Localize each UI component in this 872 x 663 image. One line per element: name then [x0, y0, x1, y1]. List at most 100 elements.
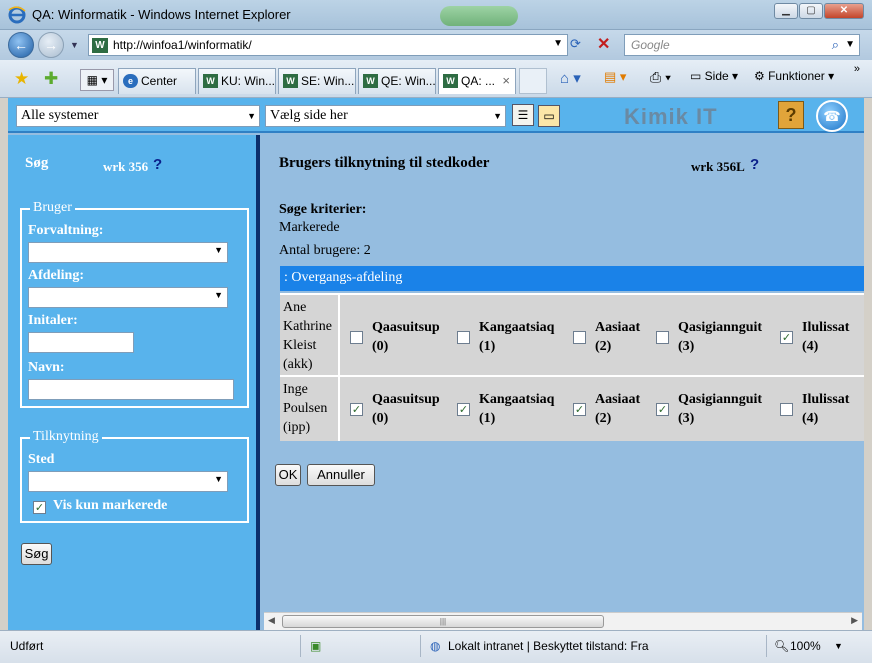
help-button[interactable]: ?	[778, 101, 804, 129]
history-dropdown-icon[interactable]: ▼	[70, 40, 79, 50]
horizontal-scrollbar[interactable]: ◀ ||| ▶	[264, 612, 862, 630]
help-question-icon[interactable]: ?	[750, 156, 759, 173]
zone-text[interactable]: Lokalt intranet | Beskyttet tilstand: Fr…	[448, 639, 649, 653]
zoom-level[interactable]: 100%	[790, 639, 821, 653]
tab-qa[interactable]: W QA: ... ×	[438, 68, 516, 94]
vis-kun-checkbox[interactable]: ✓	[33, 501, 46, 514]
table-row: Inge Poulsen (ipp) ✓ Qaasuitsup (0) ✓ Kan…	[280, 375, 864, 441]
user-name-line: Inge	[283, 382, 308, 397]
place-checkbox[interactable]	[573, 331, 586, 344]
search-input[interactable]: Google	[631, 38, 670, 52]
security-icon[interactable]: ▣	[310, 639, 321, 653]
navn-input[interactable]	[28, 379, 234, 400]
place-code: (0)	[372, 411, 389, 426]
window-button[interactable]: ▭	[538, 105, 560, 127]
ok-button[interactable]: OK	[275, 464, 301, 486]
afdeling-select[interactable]: ▼	[28, 287, 228, 308]
forward-button[interactable]: →	[38, 32, 64, 58]
tab-label: QE: Win...	[381, 74, 436, 88]
tab-se[interactable]: W SE: Win...	[278, 68, 356, 94]
list-view-button[interactable]: ☰	[512, 104, 534, 126]
place-checkbox[interactable]: ✓	[350, 403, 363, 416]
initialer-input[interactable]	[28, 332, 134, 353]
stop-icon[interactable]: ✕	[597, 34, 610, 54]
address-bar[interactable]: W http://winfoa1/winformatik/ ▼	[88, 34, 568, 56]
app-top-bar: Alle systemer ▼ Vælg side her ▼ ☰ ▭ Kimi…	[8, 98, 864, 133]
quick-tabs-button[interactable]: ▦ ▾	[80, 69, 114, 91]
tab-ku[interactable]: W KU: Win...	[198, 68, 276, 94]
place-checkbox[interactable]	[656, 331, 669, 344]
search-button[interactable]: Søg	[21, 543, 52, 565]
phone-icon[interactable]: ☎	[816, 100, 848, 132]
place-name: Kangaatsiaq	[479, 392, 555, 407]
chevron-down-icon: ▼	[214, 290, 223, 300]
place-name: Ilulissat	[802, 320, 850, 335]
place-checkbox[interactable]	[457, 331, 470, 344]
winformatik-icon: W	[363, 74, 378, 88]
place-name: Kangaatsiaq	[479, 320, 555, 335]
place-checkbox[interactable]: ✓	[573, 403, 586, 416]
place-option: Ilulissat (4)	[802, 318, 849, 356]
place-checkbox[interactable]	[780, 403, 793, 416]
tab-qe[interactable]: W QE: Win...	[358, 68, 436, 94]
tools-menu[interactable]: ⚙ Funktioner ▾	[754, 69, 834, 83]
system-select[interactable]: Alle systemer ▼	[16, 105, 260, 127]
afdeling-label: Afdeling:	[28, 268, 84, 283]
refresh-icon[interactable]: ⟳	[570, 36, 581, 52]
search-box[interactable]: Google ⌕ ▼	[624, 34, 860, 56]
tab-label: QA: ...	[461, 74, 496, 88]
chevron-down-icon: ▼	[247, 111, 256, 121]
place-name: Ilulissat	[802, 392, 850, 407]
close-tab-icon[interactable]: ×	[502, 69, 510, 93]
address-dropdown-icon[interactable]: ▼	[553, 38, 563, 49]
place-code: (2)	[595, 411, 612, 426]
page-menu[interactable]: ▭ Side ▾	[690, 69, 738, 83]
place-name: Qasigiannguit	[678, 392, 763, 407]
criteria-value: Markerede	[279, 220, 340, 235]
home-icon[interactable]: ⌂ ▾	[560, 69, 581, 87]
place-code: (1)	[479, 411, 496, 426]
user-name-cell: Ane Kathrine Kleist (akk)	[280, 295, 340, 375]
place-option: Qasigiannguit (3)	[678, 390, 762, 428]
maximize-button[interactable]: ▢	[799, 3, 823, 19]
scroll-left-icon[interactable]: ◀	[268, 615, 275, 626]
new-tab-button[interactable]	[519, 68, 547, 94]
place-checkbox[interactable]: ✓	[656, 403, 669, 416]
forvaltning-select[interactable]: ▼	[28, 242, 228, 263]
minimize-button[interactable]: ▁	[774, 3, 798, 19]
chevron-more-icon[interactable]: »	[854, 63, 860, 75]
page-select-value: Vælg side her	[270, 108, 348, 123]
page-select[interactable]: Vælg side her ▼	[265, 105, 506, 127]
search-icon[interactable]: ⌕	[832, 37, 839, 53]
tools-menu-label: Funktioner	[768, 69, 825, 83]
place-option: Ilulissat (4)	[802, 390, 849, 428]
help-question-icon[interactable]: ?	[153, 156, 162, 173]
place-checkbox[interactable]: ✓	[780, 331, 793, 344]
back-button[interactable]: ←	[8, 32, 34, 58]
add-favorite-icon[interactable]: ✚	[44, 69, 58, 89]
place-checkbox[interactable]	[350, 331, 363, 344]
bruger-legend: Bruger	[30, 200, 75, 216]
place-name: Qaasuitsup	[372, 320, 440, 335]
search-panel: Søg wrk 356 ? Bruger Forvaltning: ▼ Afde…	[8, 135, 260, 630]
search-options-icon[interactable]: ▼	[845, 39, 855, 50]
scrollbar-thumb[interactable]: |||	[282, 615, 604, 628]
user-name-cell: Inge Poulsen (ipp)	[280, 377, 340, 441]
place-checkbox[interactable]: ✓	[457, 403, 470, 416]
user-name-line: (ipp)	[283, 420, 311, 435]
tab-center[interactable]: e Center	[118, 68, 196, 94]
cancel-button[interactable]: Annuller	[307, 464, 375, 486]
scroll-right-icon[interactable]: ▶	[851, 615, 858, 626]
print-icon[interactable]: ⎙ ▾	[650, 69, 671, 86]
vis-kun-label: Vis kun markerede	[53, 498, 168, 513]
place-option: Qasigiannguit (3)	[678, 318, 762, 356]
results-panel: Brugers tilknytning til stedkoder wrk 35…	[264, 135, 864, 615]
rss-icon[interactable]: ▤ ▾	[604, 69, 626, 85]
zoom-dropdown-icon[interactable]: ▼	[834, 641, 843, 651]
place-name: Qaasuitsup	[372, 392, 440, 407]
divider	[766, 635, 767, 657]
address-url[interactable]: http://winfoa1/winformatik/	[113, 38, 252, 52]
favorites-star-icon[interactable]: ★	[14, 69, 29, 89]
close-window-button[interactable]: ✕	[824, 3, 864, 19]
sted-select[interactable]: ▼	[28, 471, 228, 492]
